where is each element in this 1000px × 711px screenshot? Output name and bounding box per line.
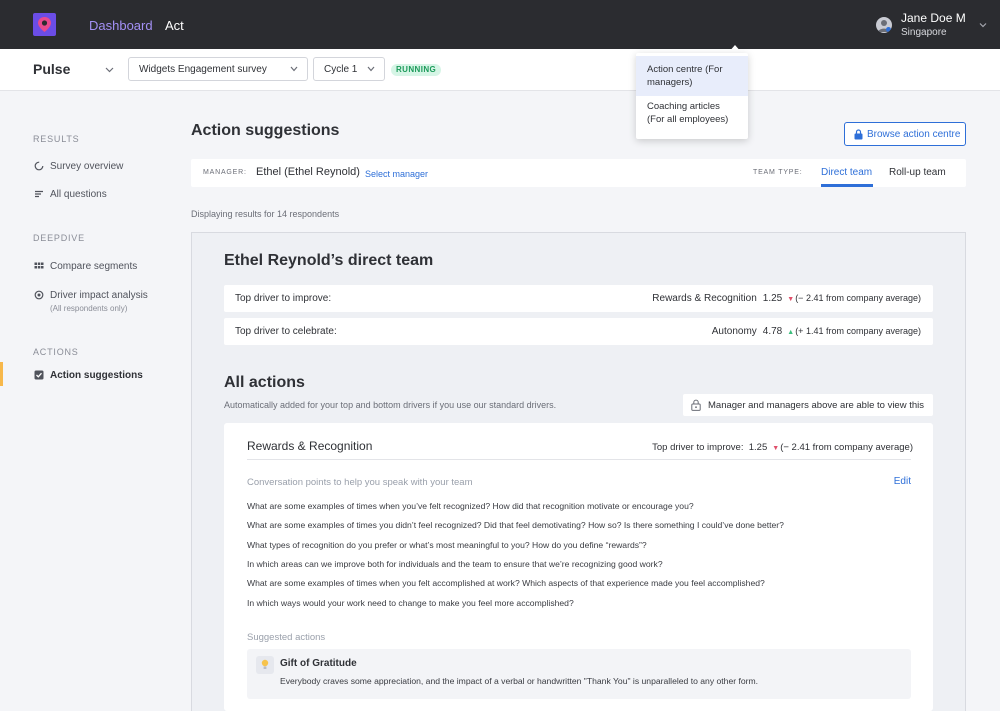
driver-score: 4.78 [762, 326, 783, 337]
sidebar-heading-actions: ACTIONS [33, 347, 79, 357]
sidebar: RESULTS Survey overview All questions DE… [0, 91, 191, 711]
menu-item-label-line2: (For all employees) [647, 114, 729, 125]
team-type-label: TEAM TYPE: [753, 169, 803, 176]
suggested-action-item[interactable]: Gift of Gratitude Everybody craves some … [247, 649, 911, 699]
sidebar-item-label: All questions [50, 189, 107, 200]
nav-tab-act[interactable]: Act [165, 18, 184, 33]
lock-icon [854, 129, 863, 140]
browse-action-centre-button[interactable]: Browse action centre [844, 122, 966, 146]
action-card: Rewards & Recognition Top driver to impr… [224, 423, 933, 711]
manager-name: Ethel (Ethel Reynold) [256, 166, 360, 178]
chevron-down-icon [290, 66, 298, 72]
chevron-down-icon [367, 66, 375, 72]
avatar [876, 17, 892, 33]
conversation-heading: Conversation points to help you speak wi… [247, 477, 473, 488]
logo-icon[interactable] [33, 13, 56, 36]
select-manager-link[interactable]: Select manager [365, 169, 428, 179]
results-count: Displaying results for 14 respondents [191, 209, 340, 219]
circle-icon [34, 161, 44, 171]
page-title: Action suggestions [191, 122, 340, 139]
menu-item-label-line2: managers) [647, 77, 693, 88]
card-driver-diff: (− 2.41 from company average) [780, 442, 913, 453]
survey-select-value: Widgets Engagement survey [139, 64, 267, 75]
privacy-text: Manager and managers above are able to v… [708, 400, 924, 411]
suggested-action-description: Everybody craves some appreciation, and … [280, 676, 759, 686]
team-title: Ethel Reynold’s direct team [224, 252, 434, 269]
status-badge: RUNNING [391, 64, 442, 76]
driver-score: 1.25 [762, 293, 783, 304]
act-dropdown-menu: Action centre (For managers) Coaching ar… [636, 53, 748, 139]
active-tab-underline [821, 184, 873, 187]
grid-icon [34, 262, 44, 269]
conversation-question: In which ways would your work need to ch… [247, 598, 574, 608]
chevron-down-icon[interactable] [105, 67, 114, 73]
checkbox-icon [34, 370, 44, 380]
user-location: Singapore [901, 27, 947, 38]
conversation-question: What are some examples of times when you… [247, 578, 765, 588]
conversation-question: What are some examples of times when you… [247, 501, 694, 511]
survey-select[interactable]: Widgets Engagement survey [128, 57, 308, 81]
dropdown-arrow [728, 45, 742, 53]
sidebar-heading-deepdive: DEEPDIVE [33, 233, 85, 243]
user-icon [878, 20, 891, 32]
conversation-question: What are some examples of times you didn… [247, 520, 784, 530]
suggested-action-title: Gift of Gratitude [280, 658, 357, 669]
lightbulb-icon [256, 656, 274, 674]
driver-label: Top driver to improve: [235, 293, 332, 304]
sub-header: Pulse Widgets Engagement survey Cycle 1 … [0, 49, 1000, 91]
triangle-down-icon: ▼ [772, 445, 780, 452]
triangle-down-icon: ▼ [787, 296, 795, 303]
conversation-question: In which areas can we improve both for i… [247, 559, 663, 569]
sidebar-heading-results: RESULTS [33, 134, 80, 144]
manager-label: MANAGER: [203, 169, 247, 176]
target-icon [34, 290, 44, 300]
browse-action-centre-label: Browse action centre [867, 129, 961, 140]
driver-name: Autonomy [711, 326, 757, 337]
sidebar-item-label: Compare segments [50, 261, 138, 272]
all-actions-title: All actions [224, 374, 305, 391]
driver-name: Rewards & Recognition [652, 293, 757, 304]
driver-value: Autonomy 4.78 ▲(+ 1.41 from company averag… [712, 326, 921, 337]
driver-diff: (− 2.41 from company average) [795, 293, 921, 303]
card-driver-label: Top driver to improve: [652, 442, 744, 453]
list-icon [35, 190, 43, 198]
menu-item-label-line1: Action centre (For [647, 64, 723, 75]
app-switcher[interactable]: Pulse [33, 61, 70, 77]
active-indicator [0, 362, 3, 386]
cycle-select-value: Cycle 1 [324, 64, 358, 75]
sidebar-item-label: Survey overview [50, 161, 124, 172]
all-actions-description: Automatically added for your top and bot… [224, 400, 557, 410]
card-driver-summary: Top driver to improve: 1.25 ▼(− 2.41 from… [652, 442, 913, 453]
card-title: Rewards & Recognition [247, 439, 373, 453]
top-nav: Dashboard Act Jane Doe M Singapore [0, 0, 1000, 49]
driver-value: Rewards & Recognition 1.25 ▼(− 2.41 from c… [652, 293, 921, 304]
user-name: Jane Doe M [901, 11, 966, 25]
driver-diff: (+ 1.41 from company average) [795, 326, 921, 336]
nav-tab-dashboard[interactable]: Dashboard [89, 18, 153, 33]
menu-item-coaching-articles[interactable]: Coaching articles (For all employees) [636, 96, 748, 136]
menu-item-action-centre[interactable]: Action centre (For managers) [636, 56, 748, 96]
divider [247, 459, 911, 460]
cycle-select[interactable]: Cycle 1 [313, 57, 385, 81]
tab-roll-up-team[interactable]: Roll-up team [889, 167, 946, 178]
privacy-notice: Manager and managers above are able to v… [683, 394, 933, 416]
manager-bar: MANAGER: Ethel (Ethel Reynold) Select ma… [191, 159, 966, 187]
lock-icon [691, 399, 701, 411]
menu-item-label-line1: Coaching articles [647, 101, 720, 112]
driver-label: Top driver to celebrate: [235, 326, 337, 337]
driver-row-celebrate: Top driver to celebrate: Autonomy 4.78 ▲(+… [224, 318, 933, 345]
chevron-down-icon[interactable] [979, 21, 987, 29]
driver-row-improve: Top driver to improve: Rewards & Recogni… [224, 285, 933, 312]
sidebar-item-label: Driver impact analysis [50, 290, 148, 301]
sidebar-item-label: Action suggestions [50, 370, 143, 381]
suggested-actions-heading: Suggested actions [247, 632, 326, 643]
conversation-question: What types of recognition do you prefer … [247, 540, 647, 550]
tab-direct-team[interactable]: Direct team [821, 167, 872, 178]
triangle-up-icon: ▲ [787, 329, 795, 336]
sidebar-item-sublabel: (All respondents only) [50, 304, 128, 313]
card-driver-score: 1.25 [748, 442, 768, 453]
edit-link[interactable]: Edit [894, 476, 911, 487]
